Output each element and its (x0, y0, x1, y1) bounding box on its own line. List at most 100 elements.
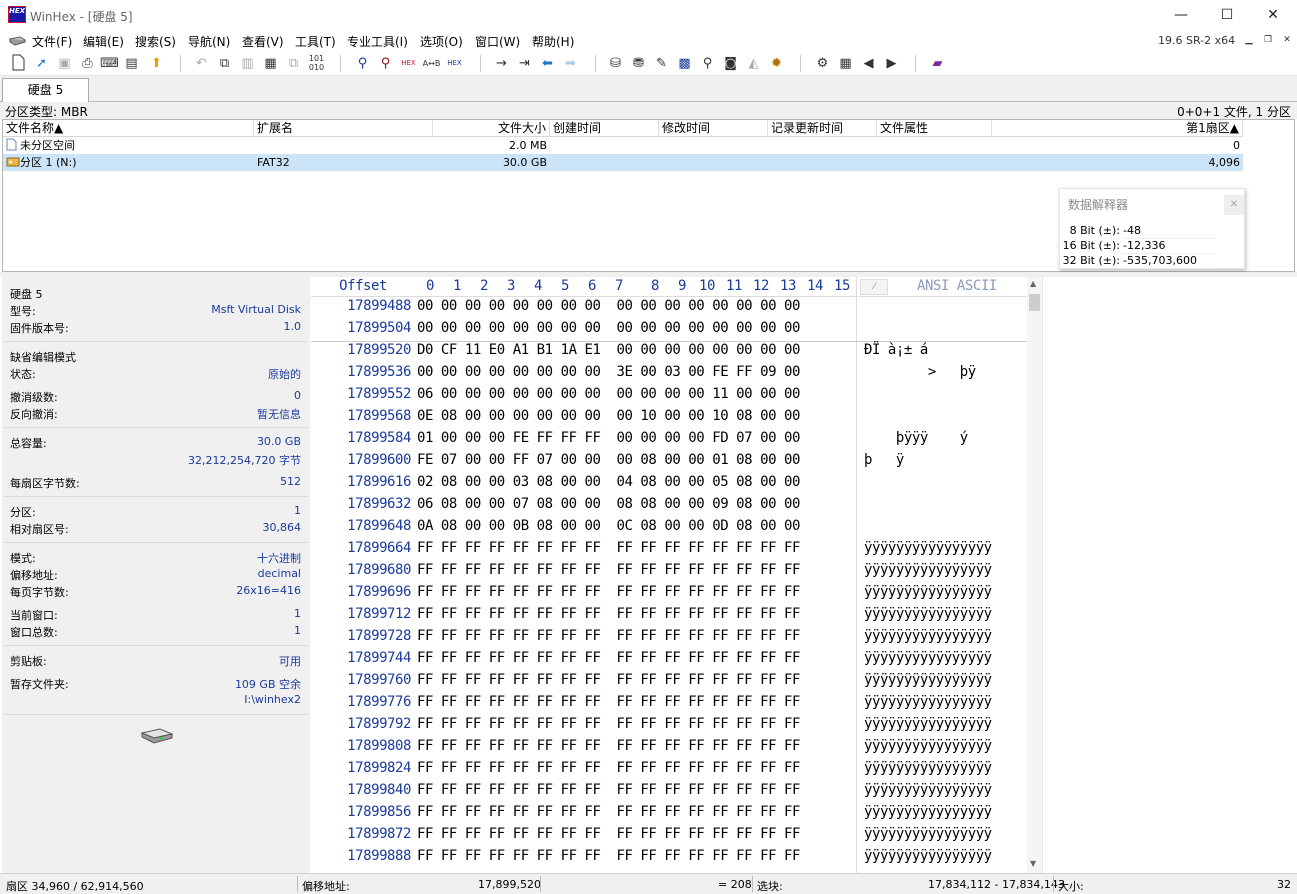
hex-bytes-row[interactable]: 01 00 00 00 FE FF FF FF 00 00 00 00 FD 0… (417, 430, 800, 446)
ascii-row[interactable]: ÿÿÿÿÿÿÿÿÿÿÿÿÿÿÿÿ (864, 540, 992, 556)
ascii-row[interactable]: ÿÿÿÿÿÿÿÿÿÿÿÿÿÿÿÿ (864, 650, 992, 666)
menu-window[interactable]: 窗口(W) (475, 33, 520, 50)
mdi-close-icon[interactable]: ✕ (1278, 33, 1296, 48)
hex-bytes-row[interactable]: FF FF FF FF FF FF FF FF FF FF FF FF FF F… (417, 562, 800, 578)
back-icon[interactable]: ⬅ (538, 54, 557, 73)
interpreter-value[interactable]: -12,336 (1122, 239, 1216, 254)
scroll-thumb[interactable] (1029, 294, 1040, 311)
find-replace-icon[interactable]: ⚲ (376, 54, 395, 73)
hex-bytes-row[interactable]: 0E 08 00 00 00 00 00 00 00 10 00 00 10 0… (417, 408, 800, 424)
ascii-row[interactable]: ÿÿÿÿÿÿÿÿÿÿÿÿÿÿÿÿ (864, 716, 992, 732)
menu-edit[interactable]: 编辑(E) (83, 33, 124, 50)
hex-bytes-row[interactable]: FF FF FF FF FF FF FF FF FF FF FF FF FF F… (417, 782, 800, 798)
scroll-up-icon[interactable]: ▲ (1030, 279, 1036, 288)
hex-bytes-row[interactable]: FF FF FF FF FF FF FF FF FF FF FF FF FF F… (417, 650, 800, 666)
properties-icon[interactable]: ▤ (122, 54, 141, 73)
ascii-row[interactable]: ÿÿÿÿÿÿÿÿÿÿÿÿÿÿÿÿ (864, 804, 992, 820)
ascii-row[interactable]: ÿÿÿÿÿÿÿÿÿÿÿÿÿÿÿÿ (864, 584, 992, 600)
column-header-record-updated[interactable]: 记录更新时间 (768, 120, 877, 137)
interpreter-value[interactable]: -48 (1122, 224, 1216, 239)
hex-bytes-row[interactable]: FF FF FF FF FF FF FF FF FF FF FF FF FF F… (417, 628, 800, 644)
hex-bytes-row[interactable]: FF FF FF FF FF FF FF FF FF FF FF FF FF F… (417, 738, 800, 754)
menu-view[interactable]: 查看(V) (242, 33, 284, 50)
hex-bytes-row[interactable]: 00 00 00 00 00 00 00 00 3E 00 03 00 FE F… (417, 364, 800, 380)
open-disk-icon[interactable]: ⛁ (606, 54, 625, 73)
disk-icon[interactable]: ◙ (721, 54, 740, 73)
save-icon[interactable]: ▣ (55, 54, 74, 73)
mdi-minimize-icon[interactable]: ▁ (1240, 33, 1258, 48)
replace-hex-icon[interactable]: A↔B (422, 54, 441, 73)
close-button[interactable]: ✕ (1250, 0, 1296, 31)
minimize-button[interactable]: — (1158, 0, 1204, 31)
menu-options[interactable]: 选项(O) (420, 33, 463, 50)
menu-search[interactable]: 搜索(S) (135, 33, 176, 50)
mdi-restore-icon[interactable]: ❐ (1259, 33, 1277, 48)
hex-bytes-row[interactable]: 0A 08 00 00 0B 08 00 00 0C 08 00 00 0D 0… (417, 518, 800, 534)
column-header-attributes[interactable]: 文件属性 (877, 120, 992, 137)
printer-icon[interactable]: ⌨ (100, 54, 119, 73)
disk-tools-icon[interactable]: ✎ (652, 54, 671, 73)
export-icon[interactable]: ⬆ (147, 54, 166, 73)
calc-icon[interactable]: ▦ (836, 54, 855, 73)
menu-pro-tools[interactable]: 专业工具(I) (347, 33, 408, 50)
ram-icon[interactable]: ▩ (675, 54, 694, 73)
hex-bytes-row[interactable]: FF FF FF FF FF FF FF FF FF FF FF FF FF F… (417, 584, 800, 600)
hex-bytes-row[interactable]: FF FF FF FF FF FF FF FF FF FF FF FF FF F… (417, 606, 800, 622)
goto-offset-icon[interactable]: → (492, 54, 511, 73)
charset-dropdown[interactable]: ⁄ (860, 279, 888, 295)
ascii-row[interactable]: ÿÿÿÿÿÿÿÿÿÿÿÿÿÿÿÿ (864, 628, 992, 644)
vertical-scrollbar[interactable]: ▲ ▼ (1027, 277, 1042, 873)
hex-bytes-row[interactable]: 00 00 00 00 00 00 00 00 00 00 00 00 00 0… (417, 298, 800, 314)
ascii-row[interactable]: ÿÿÿÿÿÿÿÿÿÿÿÿÿÿÿÿ (864, 606, 992, 622)
undo-icon[interactable]: ↶ (192, 54, 211, 73)
hex-bytes-row[interactable]: 06 00 00 00 00 00 00 00 00 00 00 00 11 0… (417, 386, 800, 402)
interpreter-close-button[interactable]: ✕ (1224, 195, 1244, 215)
scroll-down-icon[interactable]: ▼ (1030, 859, 1036, 868)
binary-icon[interactable]: 101 010 (307, 54, 326, 73)
hex-bytes-row[interactable]: 02 08 00 00 03 08 00 00 04 08 00 00 05 0… (417, 474, 800, 490)
column-header-created[interactable]: 创建时间 (550, 120, 659, 137)
menu-help[interactable]: 帮助(H) (532, 33, 574, 50)
hex-bytes-row[interactable]: D0 CF 11 E0 A1 B1 1A E1 00 00 00 00 00 0… (417, 342, 800, 358)
ascii-row[interactable]: > þÿ (864, 364, 976, 380)
interpreter-value[interactable]: -535,703,600 (1122, 254, 1216, 269)
hex-bytes-row[interactable]: FF FF FF FF FF FF FF FF FF FF FF FF FF F… (417, 826, 800, 842)
ascii-row[interactable]: ÿÿÿÿÿÿÿÿÿÿÿÿÿÿÿÿ (864, 848, 992, 864)
find-icon[interactable]: ⚲ (353, 54, 372, 73)
copy-block-icon[interactable]: ▥ (238, 54, 257, 73)
hex-bytes-row[interactable]: FF FF FF FF FF FF FF FF FF FF FF FF FF F… (417, 540, 800, 556)
ascii-row[interactable]: þÿÿÿ ý (864, 430, 968, 446)
replace-hex-2-icon[interactable]: HEX (445, 54, 464, 73)
ascii-row[interactable]: ÐÏ à¡± á (864, 342, 928, 358)
settings-icon[interactable]: ✹ (767, 54, 786, 73)
disk-clone-icon[interactable]: ⛃ (629, 54, 648, 73)
column-header-size[interactable]: 文件大小 (433, 120, 550, 137)
ascii-row[interactable]: ÿÿÿÿÿÿÿÿÿÿÿÿÿÿÿÿ (864, 562, 992, 578)
file-row-partition-1[interactable]: 分区 1 (N:) FAT32 30.0 GB 4,096 (3, 154, 1243, 171)
ascii-row[interactable]: ÿÿÿÿÿÿÿÿÿÿÿÿÿÿÿÿ (864, 694, 992, 710)
next-icon[interactable]: ▶ (882, 54, 901, 73)
ascii-row[interactable]: ÿÿÿÿÿÿÿÿÿÿÿÿÿÿÿÿ (864, 760, 992, 776)
hex-bytes-row[interactable]: FF FF FF FF FF FF FF FF FF FF FF FF FF F… (417, 716, 800, 732)
column-header-ext[interactable]: 扩展名 (254, 120, 433, 137)
print-icon[interactable]: ⎙ (78, 54, 97, 73)
goto-sector-icon[interactable]: ⇥ (515, 54, 534, 73)
new-file-icon[interactable] (8, 54, 27, 73)
ascii-row[interactable]: ÿÿÿÿÿÿÿÿÿÿÿÿÿÿÿÿ (864, 672, 992, 688)
prev-icon[interactable]: ◀ (859, 54, 878, 73)
menu-tools[interactable]: 工具(T) (295, 33, 336, 50)
menu-file[interactable]: 文件(F) (32, 33, 72, 50)
hex-editor[interactable]: Offset 0 1 2 3 4 5 6 7 8 9 10 11 12 13 1… (311, 277, 1027, 873)
help-book-icon[interactable]: ▰ (928, 54, 947, 73)
hex-bytes-row[interactable]: 06 08 00 00 07 08 00 00 08 08 00 00 09 0… (417, 496, 800, 512)
hex-bytes-row[interactable]: FF FF FF FF FF FF FF FF FF FF FF FF FF F… (417, 672, 800, 688)
hex-bytes-row[interactable]: FF FF FF FF FF FF FF FF FF FF FF FF FF F… (417, 804, 800, 820)
hex-bytes-row[interactable]: FF FF FF FF FF FF FF FF FF FF FF FF FF F… (417, 760, 800, 776)
disk-search-icon[interactable]: ⚲ (698, 54, 717, 73)
copy-icon[interactable]: ⧉ (215, 54, 234, 73)
ascii-row[interactable]: þ ÿ (864, 452, 904, 468)
ascii-row[interactable]: ÿÿÿÿÿÿÿÿÿÿÿÿÿÿÿÿ (864, 738, 992, 754)
paste-icon[interactable]: ▦ (261, 54, 280, 73)
hex-bytes-row[interactable]: 00 00 00 00 00 00 00 00 00 00 00 00 00 0… (417, 320, 800, 336)
forward-icon[interactable]: ➡ (561, 54, 580, 73)
